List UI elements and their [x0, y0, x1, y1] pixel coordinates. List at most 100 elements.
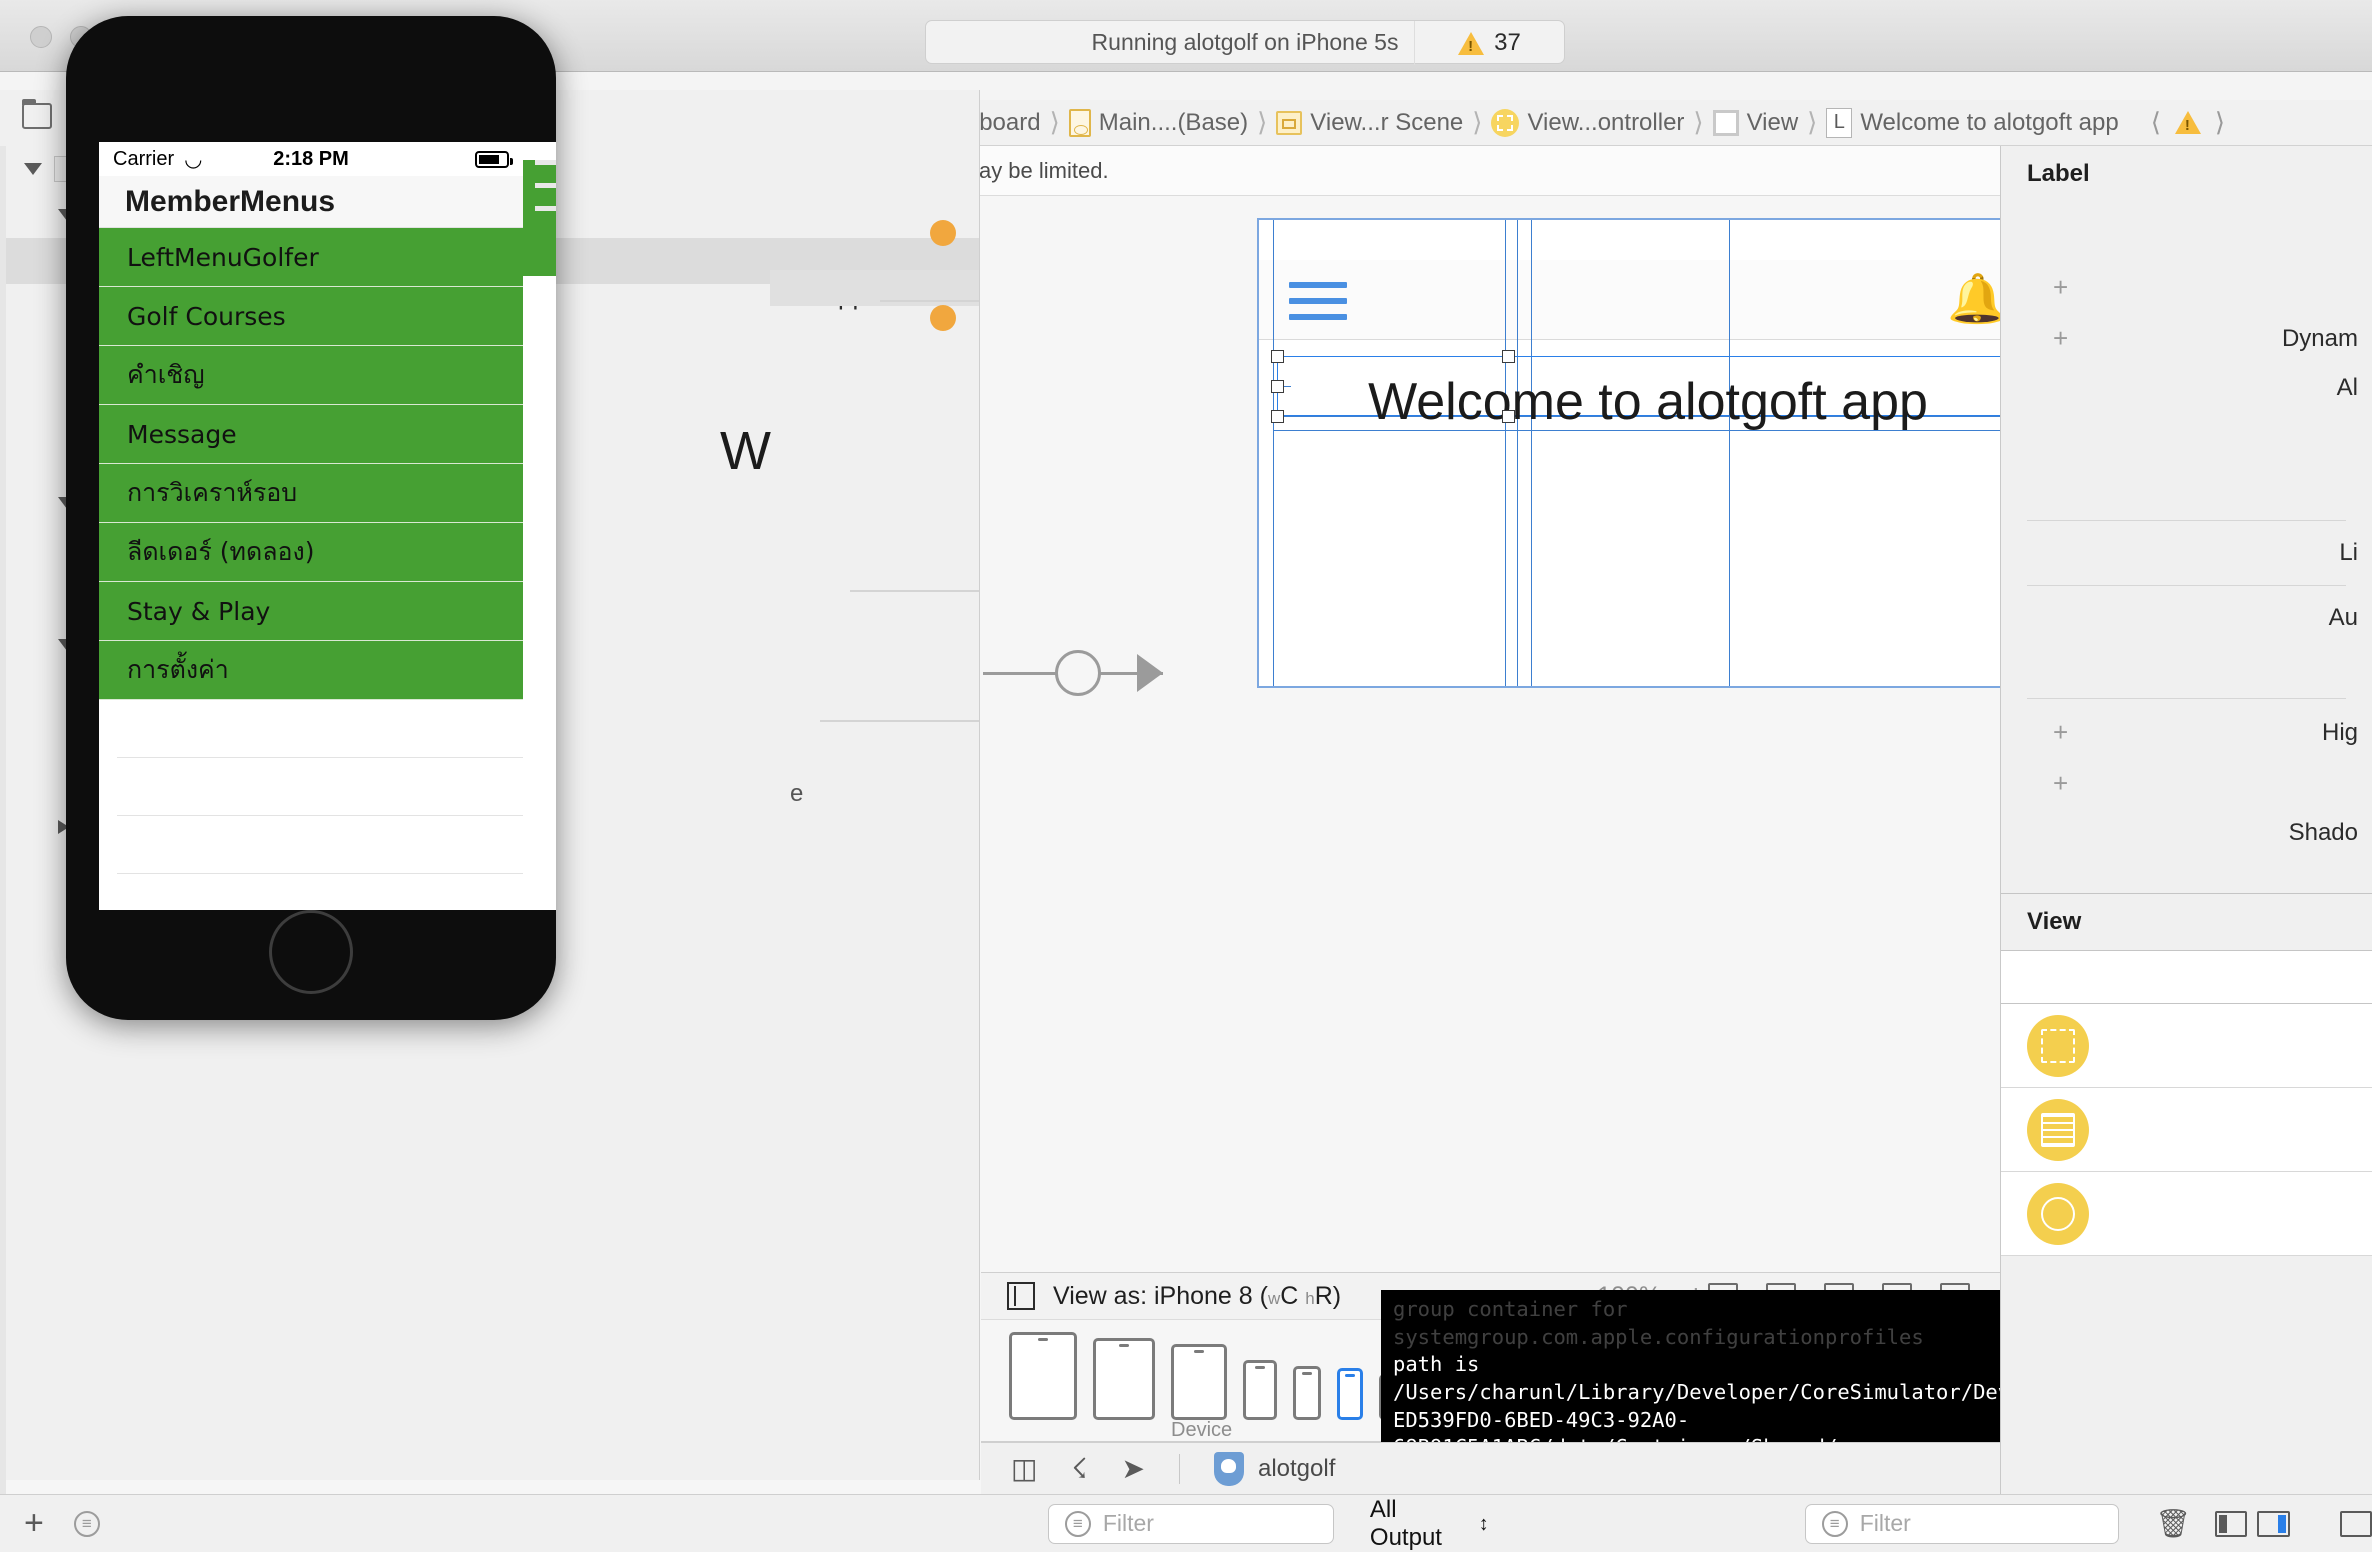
console-output[interactable]: group container for systemgroup.com.appl…: [1381, 1290, 2000, 1442]
device-group[interactable]: Device: [981, 1320, 1441, 1441]
debug-bar[interactable]: ◫ ☇ ➤ alotgolf: [981, 1442, 2000, 1494]
disclosure-triangle-icon[interactable]: [24, 163, 42, 175]
resize-handle[interactable]: [1271, 410, 1284, 423]
add-icon[interactable]: +: [2027, 323, 2068, 354]
editor-divider: [820, 720, 979, 722]
view-hierarchy-icon[interactable]: ☇: [1071, 1452, 1087, 1485]
console-filter-input[interactable]: Filter: [1804, 1503, 2120, 1544]
disclosure-marker-icon: [930, 220, 956, 246]
toggle-utilities-icon[interactable]: [2339, 1510, 2372, 1537]
inspector-divider: [2027, 520, 2346, 521]
device-iphone-x[interactable]: [1293, 1366, 1321, 1420]
menu-item-invitation[interactable]: คำเชิญ: [99, 346, 523, 405]
canvas-navigation-bar: 🔔: [1259, 260, 2000, 340]
ios-status-bar: Carrier ◡ 2:18 PM: [99, 142, 523, 176]
home-button[interactable]: [269, 910, 353, 994]
breadcrumb-issue-nav[interactable]: ⟨ ⟩: [2151, 107, 2225, 138]
peek-menu-handle: [523, 160, 556, 276]
bell-icon[interactable]: 🔔: [1947, 276, 2000, 324]
editor-divider: [850, 590, 979, 592]
arrow-head: [1137, 654, 1163, 692]
device-ipad[interactable]: [1093, 1338, 1155, 1420]
constraint-line-vertical: [1505, 220, 1506, 686]
toggle-console-pane-icon[interactable]: [2214, 1510, 2248, 1537]
add-icon[interactable]: +: [2027, 272, 2068, 303]
close-button[interactable]: [30, 26, 52, 48]
welcome-label-wrapper[interactable]: Welcome to alotgoft app: [1281, 372, 2000, 438]
issues-badge[interactable]: 37: [1414, 21, 1564, 65]
inspector-row-6[interactable]: Au: [2001, 594, 2372, 642]
empty-rows-area: [99, 700, 523, 910]
inspector-row-label: Shado: [2288, 819, 2358, 846]
device-group-label: Device: [1171, 1419, 1233, 1441]
menu-item-stay-and-play[interactable]: Stay & Play: [99, 582, 523, 641]
constraint-line-vertical: [1273, 220, 1274, 686]
inspector-row-5[interactable]: Li: [2001, 529, 2372, 577]
inspector-row-2[interactable]: + Dynam: [2001, 313, 2372, 364]
menu-item-left-menu-golfer[interactable]: LeftMenuGolfer: [99, 228, 523, 287]
location-icon[interactable]: ➤: [1122, 1452, 1145, 1485]
attributes-inspector[interactable]: Label + + Dynam Al Li Au + Hig + Shado V…: [2000, 146, 2372, 1494]
debug-process-chip[interactable]: alotgolf: [1213, 1451, 1335, 1486]
inspector-row-3[interactable]: Al: [2001, 364, 2372, 412]
initial-view-controller-arrow[interactable]: [983, 648, 1163, 698]
editor-partial-text-w: W: [720, 421, 771, 481]
inspector-row-1[interactable]: +: [2001, 262, 2372, 313]
interface-builder-canvas[interactable]: 🔔 Welcome to alotgoft app: [981, 196, 2000, 1272]
breadcrumb-item-label[interactable]: L Welcome to alotgoft app: [1826, 107, 2119, 138]
output-scope-selector[interactable]: All Output ↕: [1370, 1496, 1489, 1552]
navigator-filter-input[interactable]: Filter: [1047, 1503, 1334, 1544]
menu-item-settings[interactable]: การตั้งค่า: [99, 641, 523, 700]
console-line: ED539FD0-6BED-49C3-92A0-68B91C5A1ABC/dat…: [1393, 1407, 1837, 1442]
breadcrumb-item-view[interactable]: View: [1712, 109, 1798, 137]
resize-handle[interactable]: [1271, 350, 1284, 363]
device-ipad-pro[interactable]: [1009, 1332, 1077, 1420]
wifi-icon: ◡: [184, 147, 203, 171]
hamburger-icon[interactable]: [1289, 282, 1347, 330]
simulator-screen[interactable]: Carrier ◡ 2:18 PM MemberMenus LeftMenuGo…: [99, 142, 523, 910]
view-controller-icon: [1491, 108, 1520, 137]
resize-handle[interactable]: [1271, 380, 1284, 393]
toggle-debug-pane-icon[interactable]: [2257, 1510, 2290, 1537]
device-iphone-8[interactable]: [1337, 1368, 1363, 1420]
stepper-icon[interactable]: ↕: [1479, 1514, 1489, 1534]
previous-issue-icon[interactable]: ⟨: [2151, 107, 2161, 138]
table-view-object-icon: [2027, 1098, 2089, 1161]
assistant-panel-icon[interactable]: [1007, 1282, 1035, 1310]
inspector-row-9[interactable]: Shado: [2001, 809, 2372, 857]
disclosure-marker-icon: [930, 305, 956, 331]
breadcrumb-item-viewcontroller[interactable]: View...ontroller: [1491, 108, 1684, 137]
folder-icon[interactable]: [22, 99, 52, 129]
ios-simulator-window[interactable]: Carrier ◡ 2:18 PM MemberMenus LeftMenuGo…: [66, 16, 556, 1020]
resize-handle[interactable]: [1502, 410, 1515, 423]
inspector-row-label: Li: [2339, 539, 2358, 566]
segue-badge-icon: [1055, 650, 1101, 696]
device-iphone-plus[interactable]: [1243, 1360, 1277, 1420]
battery-icon: [475, 150, 513, 168]
inspector-row-7[interactable]: + Hig: [2001, 707, 2372, 758]
inspector-row-8[interactable]: +: [2001, 758, 2372, 809]
menu-item-message[interactable]: Message: [99, 405, 523, 464]
menu-item-golf-courses[interactable]: Golf Courses: [99, 287, 523, 346]
resize-handle[interactable]: [1502, 350, 1515, 363]
add-icon[interactable]: +: [2027, 717, 2068, 748]
chevron-right-icon: ⟩: [1693, 107, 1704, 137]
device-ipad-mini[interactable]: [1171, 1344, 1227, 1420]
library-panel-icon[interactable]: ◫: [1011, 1452, 1037, 1485]
object-library-item[interactable]: [2001, 1004, 2372, 1088]
device-canvas[interactable]: 🔔 Welcome to alotgoft app: [1257, 218, 2000, 688]
inspector-divider: [2027, 585, 2346, 586]
bottom-status-bar[interactable]: + Filter All Output ↕ Filter 🗑: [0, 1494, 2372, 1552]
trash-icon[interactable]: 🗑: [2155, 1507, 2191, 1540]
object-library-item[interactable]: [2001, 1172, 2372, 1256]
breadcrumb-item-base[interactable]: Main....(Base): [1068, 108, 1248, 137]
add-icon[interactable]: +: [24, 1504, 44, 1543]
object-library-item[interactable]: [2001, 1088, 2372, 1172]
add-icon[interactable]: +: [2027, 768, 2068, 799]
breadcrumb-item-scene[interactable]: View...r Scene: [1276, 109, 1463, 137]
menu-item-leaderboard-beta[interactable]: ลีดเดอร์ (ทดลอง): [99, 523, 523, 582]
member-menu-list[interactable]: LeftMenuGolfer Golf Courses คำเชิญ Messa…: [99, 228, 523, 700]
filter-icon[interactable]: [73, 1510, 100, 1537]
next-issue-icon[interactable]: ⟩: [2215, 107, 2225, 138]
menu-item-round-analysis[interactable]: การวิเคราห์รอบ: [99, 464, 523, 523]
